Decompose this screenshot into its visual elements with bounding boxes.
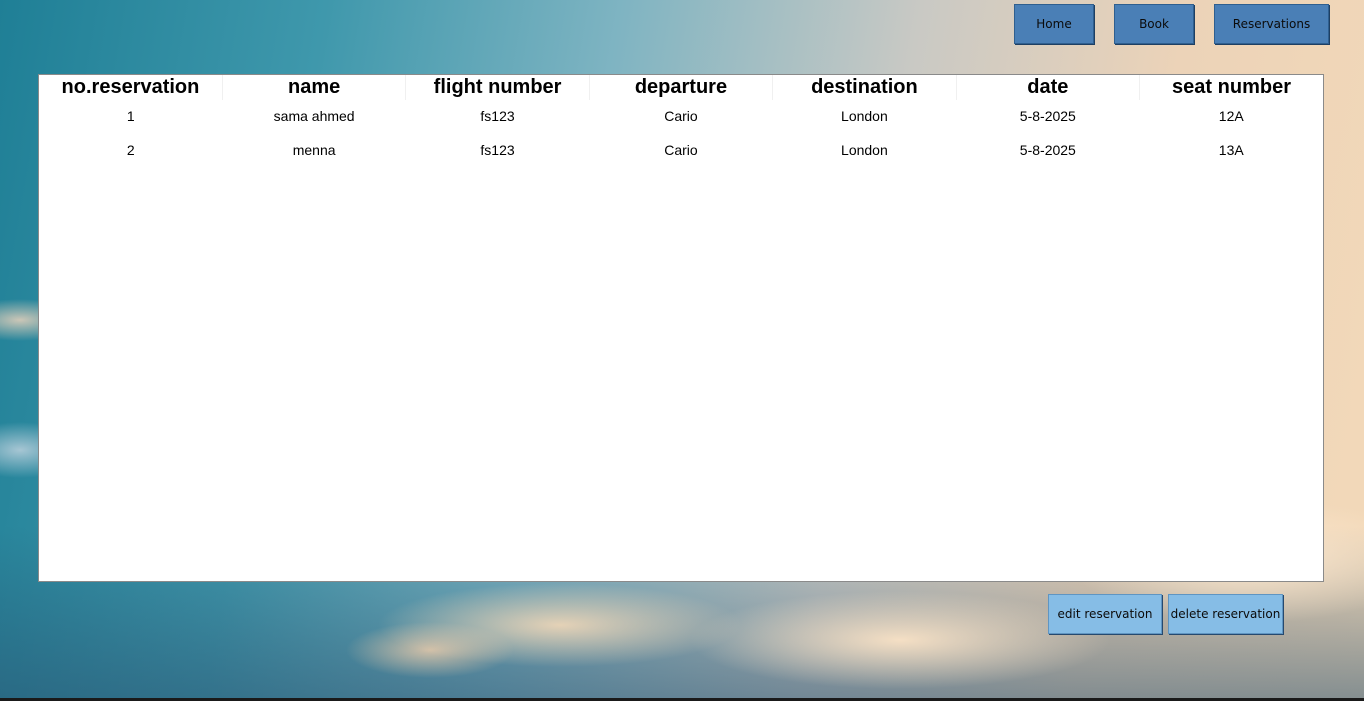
table-row[interactable]: 1 sama ahmed fs123 Cario London 5-8-2025… (39, 100, 1323, 132)
cell-name[interactable]: sama ahmed (222, 100, 405, 132)
column-header-date[interactable]: date (956, 75, 1141, 100)
column-header-seat-number[interactable]: seat number (1140, 75, 1323, 100)
delete-reservation-button[interactable]: delete reservation (1168, 594, 1283, 634)
cell-no-reservation[interactable]: 2 (39, 132, 222, 167)
reservations-button[interactable]: Reservations (1214, 4, 1329, 44)
cell-date[interactable]: 5-8-2025 (956, 100, 1139, 132)
column-header-departure[interactable]: departure (589, 75, 774, 100)
book-button[interactable]: Book (1114, 4, 1194, 44)
cell-destination[interactable]: London (773, 132, 956, 167)
reservations-window: { "nav": { "home_label": "Home", "book_l… (0, 0, 1364, 701)
cell-no-reservation[interactable]: 1 (39, 100, 222, 132)
table-row[interactable]: 2 menna fs123 Cario London 5-8-2025 13A (39, 132, 1323, 167)
cell-destination[interactable]: London (773, 100, 956, 132)
cell-departure[interactable]: Cario (589, 100, 772, 132)
home-button[interactable]: Home (1014, 4, 1094, 44)
cell-seat-number[interactable]: 12A (1140, 100, 1323, 132)
column-header-destination[interactable]: destination (772, 75, 957, 100)
cell-flight-number[interactable]: fs123 (406, 132, 589, 167)
edit-reservation-button[interactable]: edit reservation (1048, 594, 1162, 634)
column-header-no-reservation[interactable]: no.reservation (39, 75, 223, 100)
cell-departure[interactable]: Cario (589, 132, 772, 167)
reservations-table-panel[interactable]: no.reservation name flight number depart… (38, 74, 1324, 582)
column-header-name[interactable]: name (222, 75, 407, 100)
cell-seat-number[interactable]: 13A (1140, 132, 1323, 167)
reservations-table: no.reservation name flight number depart… (39, 75, 1323, 167)
cell-flight-number[interactable]: fs123 (406, 100, 589, 132)
cell-date[interactable]: 5-8-2025 (956, 132, 1139, 167)
table-header-row: no.reservation name flight number depart… (39, 75, 1323, 100)
column-header-flight-number[interactable]: flight number (405, 75, 590, 100)
cell-name[interactable]: menna (222, 132, 405, 167)
